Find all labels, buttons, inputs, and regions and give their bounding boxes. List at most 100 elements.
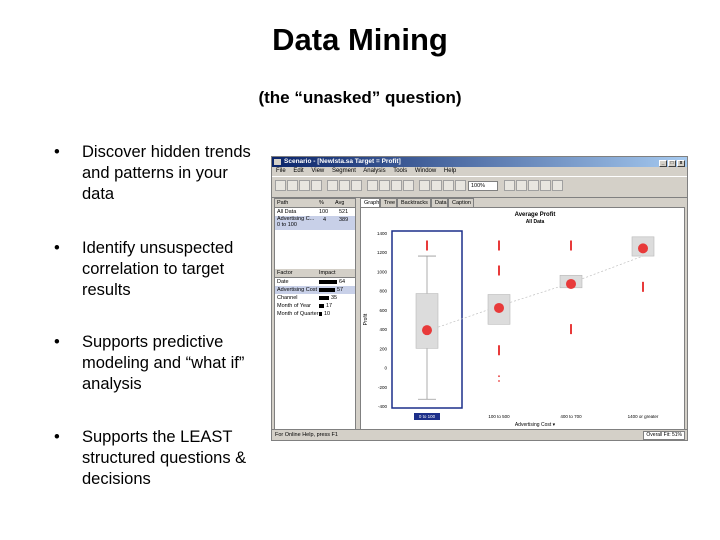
chart-title: Average Profit [515, 212, 556, 218]
menu-window[interactable]: Window [415, 168, 436, 174]
y-tick-label: -200 [378, 385, 388, 390]
slide-subtitle: (the “unasked” question) [258, 88, 462, 107]
sort-icon[interactable] [455, 180, 466, 191]
tab-graph[interactable]: Graph [360, 198, 380, 207]
forward-icon[interactable] [403, 180, 414, 191]
tab-tree[interactable]: Tree [380, 198, 397, 207]
pct-cell: 4 [323, 217, 327, 223]
save-icon[interactable] [299, 180, 310, 191]
bullet-marker: • [54, 239, 60, 257]
y-tick-label: 0 [384, 366, 387, 371]
x-tick-label: 1400 or greater [628, 414, 659, 419]
maximize-button[interactable]: □ [668, 160, 676, 167]
menu-help[interactable]: Help [444, 168, 456, 174]
outlier-bar [498, 345, 500, 356]
table-row[interactable]: All Data 100 521 [275, 208, 355, 216]
outlier-bar [642, 281, 644, 292]
tab-caption[interactable]: Caption [448, 198, 474, 207]
table-row[interactable]: Month of Year 17 [275, 302, 355, 310]
slide-title: Data Mining [272, 22, 448, 57]
table-row[interactable]: Month of Quarter 10 [275, 310, 355, 318]
box-plot-chart: Average ProfitAll Data Profit Advertising … [363, 212, 659, 428]
avg-cell: 389 [339, 217, 349, 223]
y-tick-label: 400 [379, 327, 387, 332]
tab-backtracks[interactable]: Backtracks [397, 198, 431, 207]
refresh-icon[interactable] [540, 180, 551, 191]
drill-icon[interactable] [379, 180, 390, 191]
x-tick-label: 400 to 700 [560, 414, 582, 419]
bullet-text: Supports predictive modeling and “what i… [82, 333, 245, 393]
y-tick-label: 800 [379, 289, 387, 294]
outlier-bar [498, 265, 500, 276]
table-row[interactable]: Channel 35 [275, 294, 355, 302]
mean-marker [422, 325, 432, 336]
back-icon[interactable] [391, 180, 402, 191]
left-pane: Path % Avg All Data 100 521 Advertising … [274, 198, 356, 430]
overall-fit: Overall Fit: 51% [643, 431, 685, 440]
box [415, 293, 439, 349]
y-tick-label: 1000 [377, 269, 388, 274]
cut-icon[interactable] [327, 180, 338, 191]
open-icon[interactable] [287, 180, 298, 191]
close-button[interactable]: x [677, 160, 685, 167]
color-icon[interactable] [528, 180, 539, 191]
menu-analysis[interactable]: Analysis [363, 168, 385, 174]
chart-icon[interactable] [419, 180, 430, 191]
toolbar: 100% [272, 176, 687, 198]
paste-icon[interactable] [351, 180, 362, 191]
window-title-bar: Scenario - [Newlsta.sa Target = Profit] … [272, 157, 687, 167]
impact-bar [319, 304, 324, 308]
mean-marker [638, 243, 648, 254]
trend-line [426, 255, 644, 332]
bullet-marker: • [54, 333, 60, 351]
new-icon[interactable] [275, 180, 286, 191]
bullet-marker: • [54, 428, 60, 446]
outlier-bar [570, 240, 572, 251]
table-row[interactable]: Advertising Cost 57 [275, 286, 355, 294]
table-row[interactable]: Date 64 [275, 278, 355, 286]
app-icon [274, 159, 281, 165]
zoom-icon[interactable] [516, 180, 527, 191]
outlier-bar [426, 240, 428, 251]
segment-icon[interactable] [367, 180, 378, 191]
menu-view[interactable]: View [311, 168, 324, 174]
tab-data[interactable]: Data [431, 198, 448, 207]
factor-cell: Month of Year [277, 303, 311, 309]
impact-cell: 57 [337, 287, 344, 293]
factor-cell: Channel [277, 295, 298, 301]
factor-cell: Advertising Cost [277, 287, 318, 293]
menu-tools[interactable]: Tools [393, 168, 407, 174]
bullet-text: Supports the LEAST structured questions … [82, 428, 247, 488]
status-bar: For Online Help, press F1 Overall Fit: 5… [272, 429, 687, 440]
zoom-select[interactable]: 100% [468, 181, 498, 191]
help-icon[interactable] [552, 180, 563, 191]
minimize-button[interactable]: _ [659, 160, 667, 167]
print-icon[interactable] [311, 180, 322, 191]
menu-file[interactable]: File [276, 168, 286, 174]
x-tick-label: 0 to 100 [419, 414, 436, 419]
impact-cell: 64 [339, 279, 346, 285]
path-header: Path [277, 200, 289, 206]
y-tick-label: 600 [379, 308, 387, 313]
path-table-header: Path % Avg [275, 199, 355, 208]
bullet-text: Identify unsuspected correlation to targ… [82, 239, 234, 299]
factor-table-header: Factor Impact [275, 269, 355, 278]
table-icon[interactable] [431, 180, 442, 191]
x-axis-label: Advertising Cost ▾ [515, 422, 556, 428]
pointer-icon[interactable] [504, 180, 515, 191]
chart-pane: Average Profit All Data Profit Advertising … [360, 207, 685, 430]
menu-segment[interactable]: Segment [332, 168, 356, 174]
menu-edit[interactable]: Edit [293, 168, 303, 174]
avg-header: Avg [335, 200, 345, 206]
copy-icon[interactable] [339, 180, 350, 191]
status-text: For Online Help, press F1 [275, 432, 338, 438]
menu-bar: File Edit View Segment Analysis Tools Wi… [272, 167, 687, 176]
outlier-dot [498, 380, 500, 382]
mean-marker [494, 302, 504, 313]
mean-marker [566, 278, 576, 289]
filter-icon[interactable] [443, 180, 454, 191]
path-cell: Advertising C... 0 to 100 [277, 216, 315, 228]
pct-header: % [319, 200, 324, 206]
y-tick-label: 1400 [377, 231, 388, 236]
table-row[interactable]: Advertising C... 0 to 100 4 389 [275, 216, 355, 230]
